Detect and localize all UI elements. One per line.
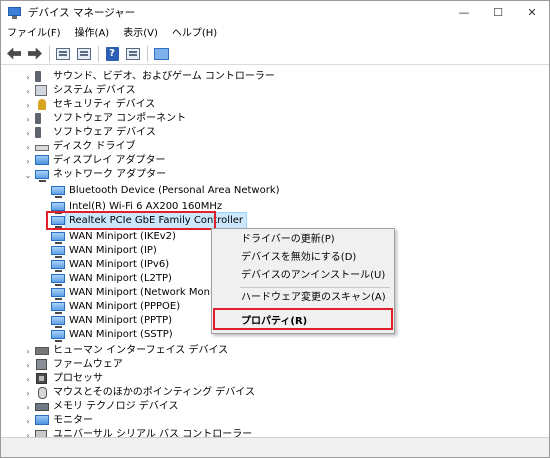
expand-chevron-icon[interactable]: › xyxy=(23,346,33,356)
help-button[interactable]: ? xyxy=(103,45,121,63)
system-device-icon xyxy=(35,85,47,96)
expand-chevron-icon[interactable]: › xyxy=(23,374,33,384)
toolbar: ? xyxy=(1,43,549,65)
network-adapter-icon xyxy=(51,186,65,198)
network-adapter-icon xyxy=(51,274,65,286)
back-icon xyxy=(7,47,21,60)
expand-chevron-icon[interactable]: › xyxy=(23,72,33,82)
forward-button[interactable] xyxy=(26,45,44,63)
status-bar xyxy=(1,437,549,457)
context-menu: ドライバーの更新(P) デバイスを無効にする(D) デバイスのアンインストール(… xyxy=(211,228,395,334)
expand-chevron-icon[interactable]: › xyxy=(23,128,33,138)
display-adapter-icon xyxy=(35,155,49,165)
maximize-button[interactable]: ☐ xyxy=(481,1,515,24)
context-menu-disable-device[interactable]: デバイスを無効にする(D) xyxy=(213,249,393,267)
context-menu-separator xyxy=(240,309,390,310)
firmware-icon xyxy=(36,359,47,370)
tree-device-label: Bluetooth Device (Personal Area Network) xyxy=(69,185,280,196)
menu-bar: ファイル(F) 操作(A) 表示(V) ヘルプ(H) xyxy=(1,24,549,43)
expand-chevron-icon[interactable]: › xyxy=(23,114,33,124)
network-adapter-icon xyxy=(51,246,65,258)
tree-device-label: Realtek PCIe GbE Family Controller xyxy=(64,212,248,230)
software-component-icon xyxy=(35,113,41,124)
network-adapter-icon xyxy=(51,260,65,272)
expand-chevron-icon[interactable]: › xyxy=(23,100,33,110)
expand-chevron-icon[interactable]: › xyxy=(23,416,33,426)
expand-chevron-icon[interactable]: › xyxy=(23,156,33,166)
monitor-icon xyxy=(35,415,49,425)
context-menu-properties[interactable]: プロパティ(R) xyxy=(213,313,393,331)
device-manager-icon xyxy=(8,6,22,19)
toolbar-separator xyxy=(147,45,148,62)
toolbar-separator xyxy=(98,45,99,62)
security-device-icon xyxy=(38,99,46,110)
properties-icon xyxy=(56,47,70,60)
context-menu-scan-hardware[interactable]: ハードウェア変更のスキャン(A) xyxy=(213,289,393,307)
tree-category-label: ネットワーク アダプター xyxy=(53,169,167,180)
network-adapter-icon xyxy=(51,202,65,214)
view-icon xyxy=(126,47,140,60)
hid-icon xyxy=(35,347,49,355)
disk-drive-icon xyxy=(35,145,49,151)
update-button[interactable] xyxy=(75,45,93,63)
usb-icon xyxy=(35,430,47,437)
help-icon: ? xyxy=(105,46,119,61)
expand-chevron-icon[interactable]: › xyxy=(23,86,33,96)
tree-category-label: ユニバーサル シリアル バス コントローラー xyxy=(53,429,253,437)
device-manager-window: デバイス マネージャー — ☐ ✕ ファイル(F) 操作(A) 表示(V) ヘル… xyxy=(0,0,550,458)
processor-icon xyxy=(36,373,47,384)
close-button[interactable]: ✕ xyxy=(515,1,549,24)
menu-file[interactable]: ファイル(F) xyxy=(1,24,68,43)
properties-button[interactable] xyxy=(54,45,72,63)
network-adapter-icon xyxy=(51,288,65,300)
toolbar-separator xyxy=(49,45,50,62)
monitor-icon xyxy=(153,47,169,60)
scan-button[interactable] xyxy=(152,45,170,63)
context-menu-uninstall-device[interactable]: デバイスのアンインストール(U) xyxy=(213,267,393,285)
menu-help[interactable]: ヘルプ(H) xyxy=(165,24,224,43)
network-adapter-icon xyxy=(51,302,65,314)
view-button[interactable] xyxy=(124,45,142,63)
network-adapter-icon xyxy=(35,170,49,182)
minimize-button[interactable]: — xyxy=(447,1,481,24)
expand-chevron-icon[interactable]: › xyxy=(23,388,33,398)
window-title: デバイス マネージャー xyxy=(28,7,136,19)
back-button[interactable] xyxy=(5,45,23,63)
update-icon xyxy=(77,47,91,60)
collapse-chevron-icon[interactable]: ⌄ xyxy=(23,170,33,180)
network-adapter-icon xyxy=(51,316,65,328)
menu-view[interactable]: 表示(V) xyxy=(116,24,165,43)
menu-action[interactable]: 操作(A) xyxy=(68,24,117,43)
network-adapter-icon xyxy=(51,232,65,244)
expand-chevron-icon[interactable]: › xyxy=(23,142,33,152)
expand-chevron-icon[interactable]: › xyxy=(23,360,33,370)
title-bar[interactable]: デバイス マネージャー — ☐ ✕ xyxy=(1,1,549,24)
context-menu-separator xyxy=(240,287,390,288)
context-menu-update-driver[interactable]: ドライバーの更新(P) xyxy=(213,231,393,249)
software-device-icon xyxy=(35,127,41,138)
network-adapter-icon xyxy=(51,330,65,342)
window-controls: — ☐ ✕ xyxy=(447,1,549,24)
mouse-icon xyxy=(38,387,47,399)
memory-icon xyxy=(35,403,49,411)
forward-icon xyxy=(28,47,42,60)
expand-chevron-icon[interactable]: › xyxy=(23,402,33,412)
network-adapter-icon xyxy=(51,216,65,228)
expand-chevron-icon[interactable]: › xyxy=(23,430,33,438)
speaker-icon xyxy=(35,71,41,82)
tree-device-label: WAN Miniport (SSTP) xyxy=(69,329,173,340)
